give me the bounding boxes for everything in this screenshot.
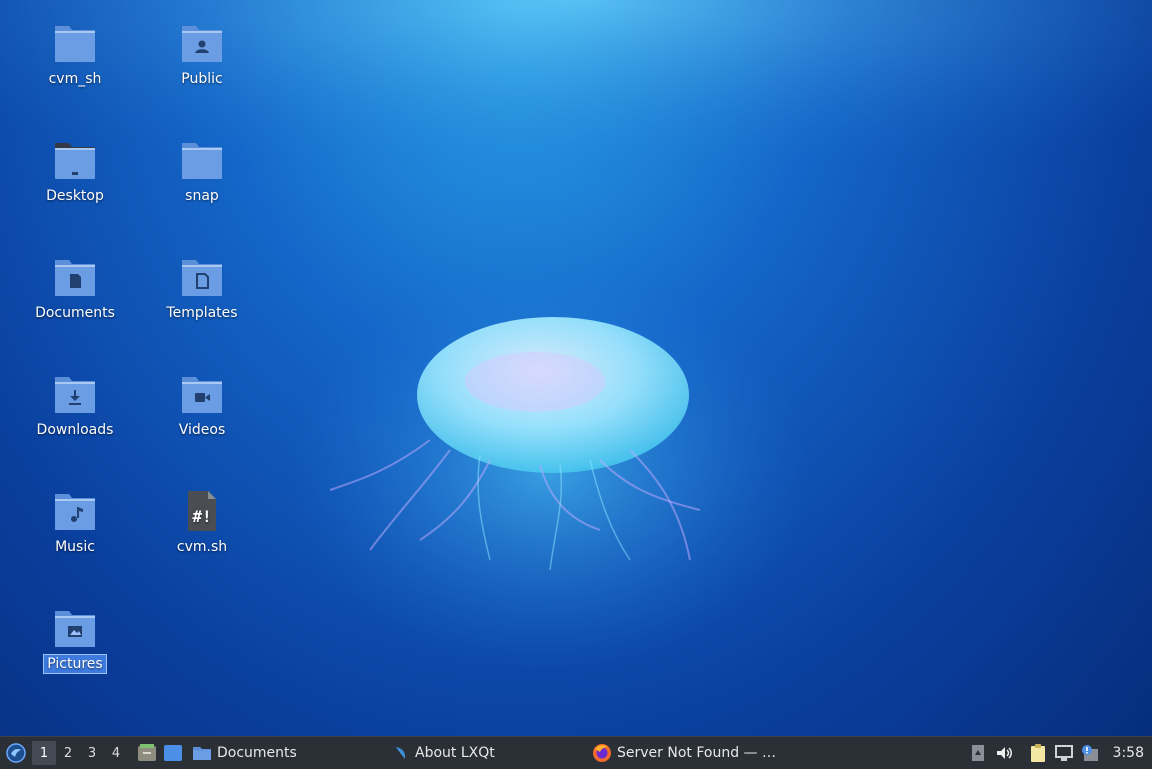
main-menu-button[interactable] — [0, 737, 32, 769]
desktop-icon-desktop[interactable]: Desktop — [25, 117, 125, 207]
volume-icon — [996, 747, 1012, 759]
taskbar: 1234 Documents About LXQt Server Not Fou… — [0, 736, 1152, 769]
quicklaunch — [134, 737, 186, 769]
desktop-icon-label: Pictures — [43, 654, 107, 674]
volume-control[interactable] — [991, 740, 1017, 766]
desktop-icon-snap[interactable]: snap — [152, 117, 252, 207]
quicklaunch-filemanager[interactable] — [134, 740, 160, 766]
desktop-icon-label: Videos — [178, 422, 226, 438]
desktop-icon-videos[interactable]: Videos — [152, 351, 252, 441]
workspace-switcher: 1234 — [32, 737, 128, 769]
network-icon — [1054, 745, 1073, 761]
svg-text:#!: #! — [192, 507, 211, 526]
folder-downloads-icon — [55, 377, 95, 413]
update-notifier[interactable] — [1077, 740, 1103, 766]
folder-videos-icon — [182, 377, 222, 413]
task-label: Documents — [217, 745, 297, 761]
show-desktop-icon — [164, 745, 182, 761]
clock[interactable]: 3:58 — [1103, 737, 1152, 769]
folder-desktop-icon — [55, 143, 95, 179]
desktop-icon-public[interactable]: Public — [152, 0, 252, 90]
clipboard-icon — [1030, 744, 1045, 762]
firefox-icon — [593, 744, 611, 762]
folder-public-icon — [182, 26, 222, 62]
system-tray: 3:58 — [965, 737, 1152, 769]
folder-icon — [55, 26, 95, 62]
desktop-icon-cvm-sh[interactable]: #! cvm.sh — [152, 468, 252, 558]
shell-script-icon: #! — [188, 491, 216, 531]
desktop-icon-label: Downloads — [36, 422, 114, 438]
arrow-up-icon — [971, 745, 984, 761]
clipboard-applet[interactable] — [1025, 740, 1051, 766]
folder-music-icon — [55, 494, 95, 530]
desktop-icon-label: Desktop — [46, 188, 104, 204]
network-applet[interactable] — [1051, 740, 1077, 766]
desktop-icon-label: Documents — [35, 305, 115, 321]
jellyfish-image — [329, 317, 701, 571]
folder-documents-icon — [55, 260, 95, 296]
desktop-icon-cvm-sh[interactable]: cvm_sh — [25, 0, 125, 90]
desktop-icon-music[interactable]: Music — [25, 468, 125, 558]
desktop-icon-label: snap — [185, 188, 219, 204]
desktop-icon-label: Public — [181, 71, 223, 87]
file-manager-icon — [138, 744, 156, 761]
clock-label: 3:58 — [1112, 745, 1144, 761]
workspace-4[interactable]: 4 — [104, 741, 128, 765]
quicklaunch-desktop[interactable] — [160, 740, 186, 766]
desktop-icon-templates[interactable]: Templates — [152, 234, 252, 324]
task-label: About LXQt — [415, 745, 495, 761]
workspace-2[interactable]: 2 — [56, 741, 80, 765]
task-about-lxqt[interactable]: About LXQt — [386, 737, 586, 769]
desktop-icon-documents[interactable]: Documents — [25, 234, 125, 324]
desktop-icon-label: Music — [55, 539, 95, 555]
desktop-icon-label: cvm_sh — [48, 71, 102, 87]
lxqt-menu-icon — [6, 743, 26, 763]
folder-templates-icon — [182, 260, 222, 296]
folder-pictures-icon — [55, 611, 95, 647]
lxqt-icon — [396, 747, 406, 759]
tray-expand-button[interactable] — [965, 740, 991, 766]
task-firefox[interactable]: Server Not Found — … — [586, 737, 946, 769]
workspace-1[interactable]: 1 — [32, 741, 56, 765]
folder-icon — [182, 143, 222, 179]
desktop-icon-label: cvm.sh — [176, 539, 228, 555]
info-icon — [1081, 745, 1098, 761]
desktop-icon-pictures[interactable]: Pictures — [25, 585, 125, 675]
task-label: Server Not Found — … — [617, 745, 776, 761]
workspace-3[interactable]: 3 — [80, 741, 104, 765]
desktop-icon-label: Templates — [166, 305, 238, 321]
folder-icon — [193, 747, 211, 760]
task-documents[interactable]: Documents — [186, 737, 386, 769]
desktop-icon-downloads[interactable]: Downloads — [25, 351, 125, 441]
